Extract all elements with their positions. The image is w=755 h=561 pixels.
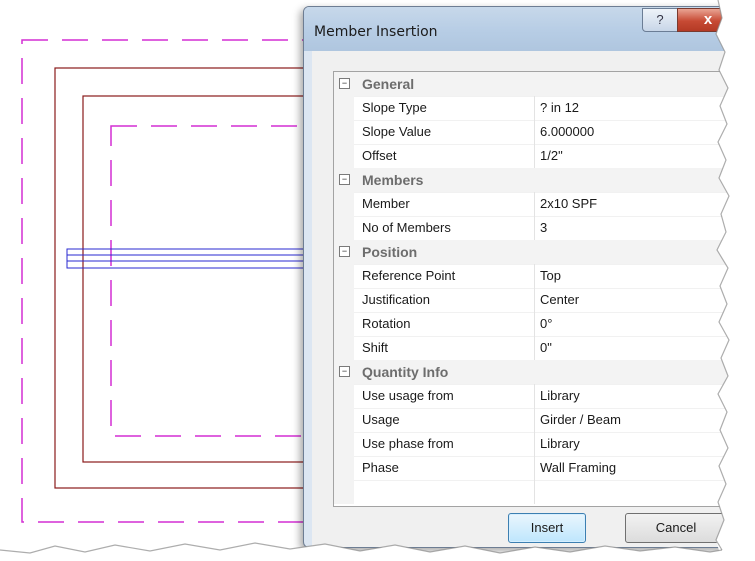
property-value[interactable]: ? in 12 bbox=[540, 100, 579, 115]
collapse-icon[interactable]: − bbox=[339, 366, 350, 377]
property-name: Offset bbox=[362, 148, 397, 163]
beam-member-lines[interactable] bbox=[66, 248, 313, 269]
property-name: Usage bbox=[362, 412, 400, 427]
category-general[interactable]: − General bbox=[334, 72, 755, 97]
property-row-slope-value[interactable]: Slope Value 6.000000 bbox=[334, 120, 755, 145]
category-label: Members bbox=[362, 172, 424, 188]
help-icon: ? bbox=[656, 12, 664, 27]
property-row-reference-point[interactable]: Reference Point Top bbox=[334, 264, 755, 289]
row-gutter bbox=[334, 216, 354, 240]
property-name: Use phase from bbox=[362, 436, 454, 451]
help-button[interactable]: ? bbox=[642, 8, 678, 32]
cancel-button[interactable]: Cancel bbox=[625, 513, 727, 543]
row-gutter bbox=[334, 384, 354, 408]
property-value[interactable]: 3 bbox=[540, 220, 547, 235]
property-value[interactable]: Girder / Beam bbox=[540, 412, 621, 427]
property-value[interactable]: Wall Framing bbox=[540, 460, 616, 475]
property-value[interactable]: Library bbox=[540, 436, 580, 451]
row-gutter bbox=[334, 264, 354, 288]
property-grid: − General Slope Type ? in 12 Slope Value… bbox=[333, 71, 755, 507]
row-gutter bbox=[334, 288, 354, 312]
column-divider bbox=[534, 456, 535, 480]
property-name: Phase bbox=[362, 460, 399, 475]
category-members[interactable]: − Members bbox=[334, 168, 755, 193]
property-name: Rotation bbox=[362, 316, 411, 331]
member-insertion-dialog: Member Insertion ? x − General Slope Typ… bbox=[303, 6, 755, 548]
column-divider bbox=[534, 408, 535, 432]
column-divider bbox=[534, 264, 535, 288]
property-value[interactable]: Top bbox=[540, 268, 561, 283]
row-gutter bbox=[334, 192, 354, 216]
row-gutter bbox=[334, 96, 354, 120]
property-row-slope-type[interactable]: Slope Type ? in 12 bbox=[334, 96, 755, 121]
row-gutter bbox=[334, 432, 354, 456]
insert-button[interactable]: Insert bbox=[508, 513, 586, 543]
row-gutter bbox=[334, 408, 354, 432]
close-button[interactable]: x bbox=[677, 8, 739, 32]
property-row-member[interactable]: Member 2x10 SPF bbox=[334, 192, 755, 217]
dialog-titlebar[interactable]: Member Insertion ? x bbox=[304, 7, 755, 51]
column-divider bbox=[534, 120, 535, 144]
category-label: General bbox=[362, 76, 415, 92]
property-value[interactable]: 0° bbox=[540, 316, 552, 331]
row-gutter bbox=[334, 336, 354, 360]
column-divider bbox=[534, 288, 535, 312]
property-row-empty bbox=[334, 480, 755, 504]
column-divider bbox=[534, 144, 535, 168]
property-name: Reference Point bbox=[362, 268, 456, 283]
property-name: Justification bbox=[362, 292, 430, 307]
collapse-icon[interactable]: − bbox=[339, 246, 350, 257]
column-divider bbox=[534, 384, 535, 408]
property-row-offset[interactable]: Offset 1/2" bbox=[334, 144, 755, 169]
property-value[interactable]: 1/2" bbox=[540, 148, 563, 163]
dialog-client-area: − General Slope Type ? in 12 Slope Value… bbox=[312, 51, 755, 547]
property-row-usage[interactable]: Usage Girder / Beam bbox=[334, 408, 755, 433]
property-row-no-of-members[interactable]: No of Members 3 bbox=[334, 216, 755, 241]
property-name: Use usage from bbox=[362, 388, 454, 403]
row-gutter bbox=[334, 120, 354, 144]
row-gutter bbox=[334, 144, 354, 168]
column-divider bbox=[534, 216, 535, 240]
property-row-phase[interactable]: Phase Wall Framing bbox=[334, 456, 755, 481]
property-row-use-phase-from[interactable]: Use phase from Library bbox=[334, 432, 755, 457]
column-divider bbox=[534, 96, 535, 120]
property-value[interactable]: Center bbox=[540, 292, 579, 307]
property-row-shift[interactable]: Shift 0" bbox=[334, 336, 755, 361]
row-gutter bbox=[334, 456, 354, 480]
collapse-icon[interactable]: − bbox=[339, 174, 350, 185]
column-divider bbox=[534, 336, 535, 360]
category-label: Position bbox=[362, 244, 418, 260]
property-value[interactable]: 6.000000 bbox=[540, 124, 594, 139]
property-row-justification[interactable]: Justification Center bbox=[334, 288, 755, 313]
collapse-icon[interactable]: − bbox=[339, 78, 350, 89]
property-value[interactable]: 0" bbox=[540, 340, 552, 355]
beam-outline bbox=[66, 248, 313, 269]
property-name: Slope Value bbox=[362, 124, 432, 139]
category-position[interactable]: − Position bbox=[334, 240, 755, 265]
property-value[interactable]: 2x10 SPF bbox=[540, 196, 597, 211]
category-quantity-info[interactable]: − Quantity Info bbox=[334, 360, 755, 385]
property-row-rotation[interactable]: Rotation 0° bbox=[334, 312, 755, 337]
property-row-use-usage-from[interactable]: Use usage from Library bbox=[334, 384, 755, 409]
close-icon: x bbox=[703, 11, 713, 28]
column-divider bbox=[534, 432, 535, 456]
column-divider bbox=[534, 192, 535, 216]
row-gutter bbox=[334, 480, 354, 504]
row-gutter bbox=[334, 312, 354, 336]
property-name: Shift bbox=[362, 340, 389, 355]
property-name: No of Members bbox=[362, 220, 451, 235]
property-name: Slope Type bbox=[362, 100, 427, 115]
column-divider bbox=[534, 480, 535, 504]
property-value[interactable]: Library bbox=[540, 388, 580, 403]
property-name: Member bbox=[362, 196, 410, 211]
category-label: Quantity Info bbox=[362, 364, 449, 380]
column-divider bbox=[534, 312, 535, 336]
dialog-title: Member Insertion bbox=[314, 24, 438, 40]
